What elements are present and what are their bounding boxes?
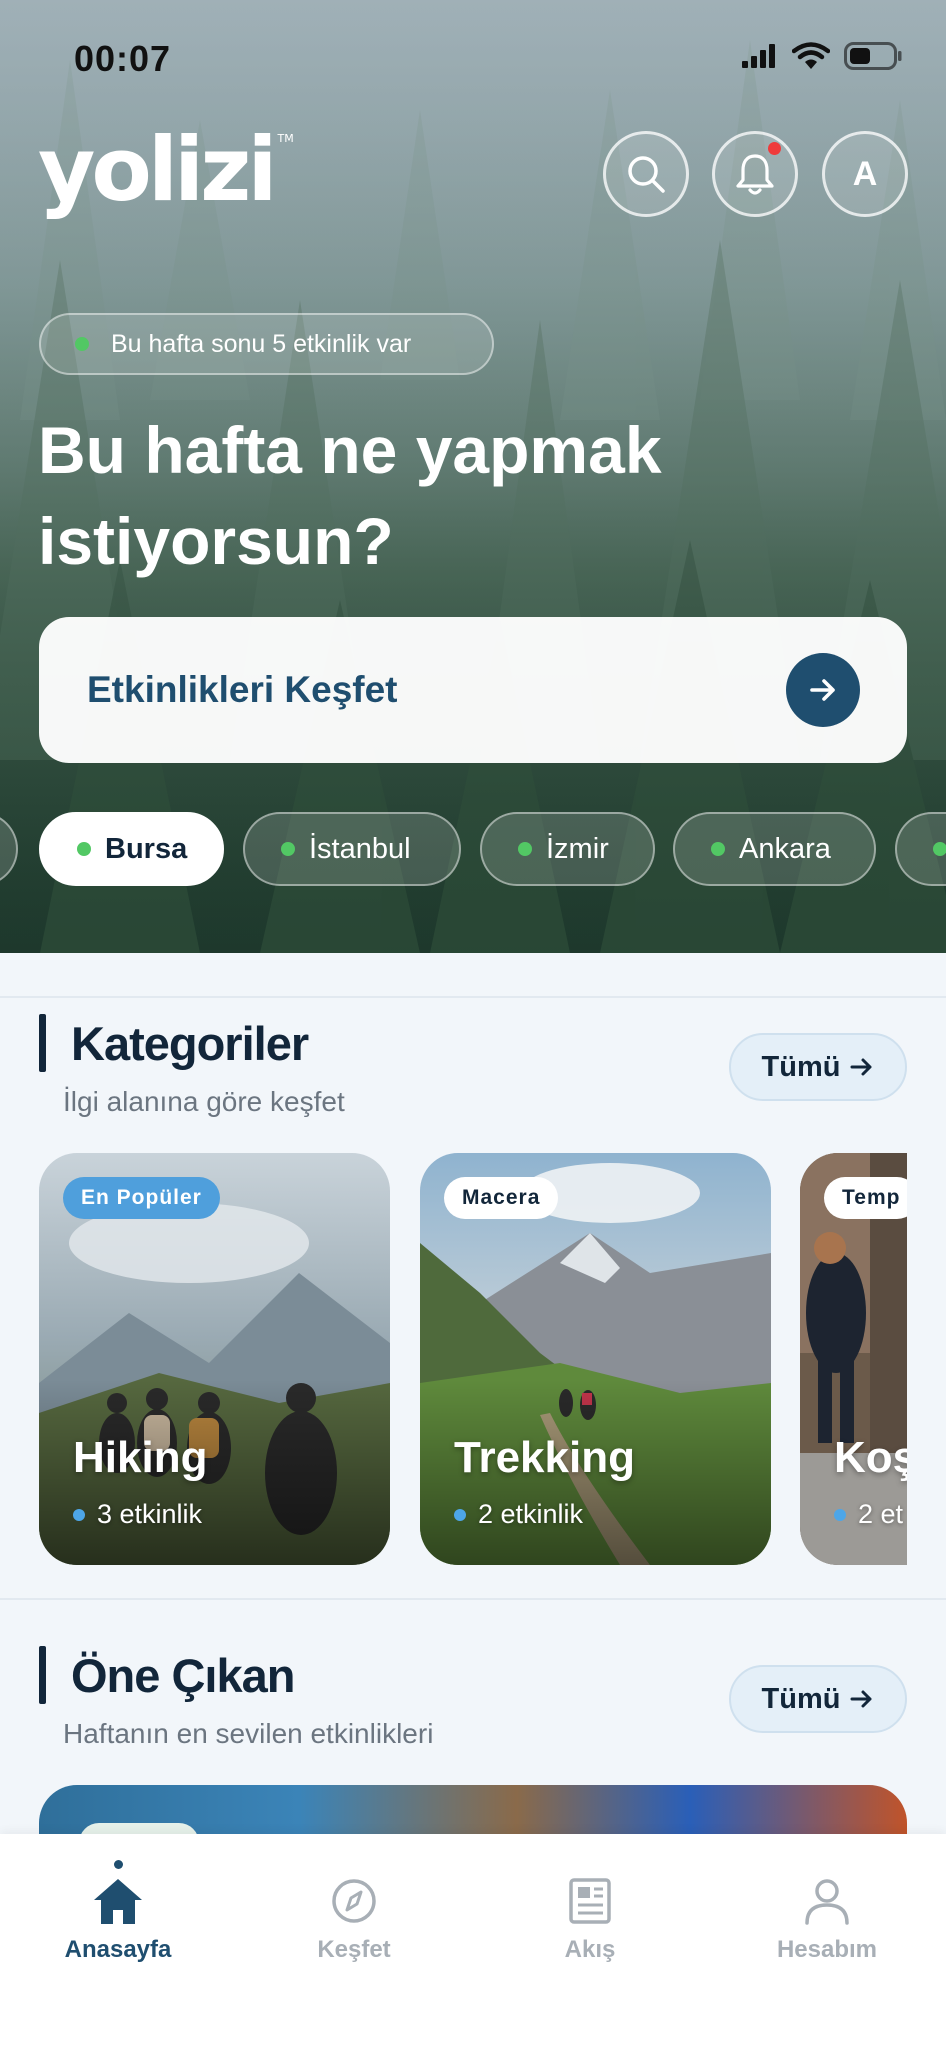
person-icon xyxy=(805,1879,849,1925)
city-chip-label: Bursa xyxy=(105,832,188,865)
section-divider xyxy=(0,1598,946,1600)
weekend-events-pill: Bu hafta sonu 5 etkinlik var xyxy=(39,313,494,375)
notifications-button[interactable] xyxy=(712,131,798,217)
city-chip-ankara[interactable]: Ankara xyxy=(673,812,876,886)
hero-banner: 00:07 yolizi TM A Bu hafta sonu 5 etkinl… xyxy=(0,0,946,953)
city-dot xyxy=(933,842,946,856)
city-dot xyxy=(281,842,295,856)
logo-trademark: TM xyxy=(277,132,294,145)
arrow-right-icon xyxy=(850,1058,872,1076)
city-chip-partial-right[interactable] xyxy=(895,812,946,886)
bell-icon xyxy=(736,154,774,195)
see-all-label: Tümü xyxy=(761,1050,841,1083)
city-chip-label: İstanbul xyxy=(309,832,411,865)
status-icons xyxy=(742,42,902,70)
city-chip-bursa[interactable]: Bursa xyxy=(39,812,224,886)
city-chip-istanbul[interactable]: İstanbul xyxy=(243,812,461,886)
category-name: Hiking xyxy=(73,1433,208,1482)
newspaper-icon xyxy=(569,1878,611,1924)
city-dot xyxy=(518,842,532,856)
section-accent-bar xyxy=(39,1014,46,1072)
nav-account[interactable]: Hesabım xyxy=(737,1876,917,1964)
app-logo: yolizi TM xyxy=(38,118,294,221)
section-accent-bar xyxy=(39,1646,46,1704)
avatar-initial: A xyxy=(852,154,878,193)
category-count-text: 2 et xyxy=(858,1499,904,1529)
hero-title: Bu hafta ne yapmak istiyorsun? xyxy=(38,413,662,578)
count-dot xyxy=(73,1508,85,1521)
nav-home[interactable]: Anasayfa xyxy=(28,1860,208,1964)
battery-icon xyxy=(844,42,902,70)
category-count-text: 2 etkinlik xyxy=(478,1499,584,1529)
nav-label: Akış xyxy=(564,1936,616,1963)
notification-dot xyxy=(768,142,781,155)
count-dot xyxy=(834,1508,846,1521)
active-indicator xyxy=(113,1860,123,1869)
status-bar: 00:07 xyxy=(0,0,946,120)
category-badge: Temp xyxy=(824,1177,907,1219)
nav-label: Hesabım xyxy=(776,1936,878,1963)
live-dot xyxy=(75,337,89,351)
status-time: 00:07 xyxy=(74,38,172,79)
featured-see-all-button[interactable]: Tümü xyxy=(729,1665,907,1733)
city-chip-partial-left[interactable] xyxy=(0,812,18,886)
category-card-hiking[interactable]: En Popüler Hiking 3 etkinlik xyxy=(39,1153,390,1565)
nav-explore[interactable]: Keşfet xyxy=(264,1876,444,1964)
city-chip-izmir[interactable]: İzmir xyxy=(480,812,655,886)
categories-see-all-button[interactable]: Tümü xyxy=(729,1033,907,1101)
arrow-right-icon xyxy=(850,1690,872,1708)
city-dot xyxy=(711,842,725,856)
city-chip-label: İzmir xyxy=(546,832,609,865)
nav-label: Keşfet xyxy=(317,1936,391,1963)
count-dot xyxy=(454,1508,466,1521)
category-name: Koş xyxy=(834,1433,907,1482)
search-button[interactable] xyxy=(603,131,689,217)
explore-events-label: Etkinlikleri Keşfet xyxy=(87,669,398,710)
city-dot xyxy=(77,842,91,856)
category-badge: En Popüler xyxy=(63,1177,220,1219)
category-count-text: 3 etkinlik xyxy=(97,1499,203,1529)
city-chip-label: Ankara xyxy=(739,832,831,865)
categories-subtitle: İlgi alanına göre keşfet xyxy=(63,1086,345,1117)
arrow-right-icon xyxy=(786,653,860,727)
category-card-trekking[interactable]: Macera Trekking 2 etkinlik xyxy=(420,1153,771,1565)
profile-avatar-button[interactable]: A xyxy=(822,131,908,217)
explore-events-button[interactable]: Etkinlikleri Keşfet xyxy=(39,617,907,763)
nav-feed[interactable]: Akış xyxy=(500,1876,680,1964)
bottom-navigation: Anasayfa Keşfet Akış Hesabım xyxy=(0,1834,946,2048)
featured-subtitle: Haftanın en sevilen etkinlikleri xyxy=(63,1718,434,1749)
category-count: 2 et xyxy=(834,1499,903,1530)
categories-title: Kategoriler xyxy=(71,1017,309,1070)
category-card-running[interactable]: Temp Koş 2 et xyxy=(800,1153,907,1565)
category-count: 2 etkinlik xyxy=(454,1499,583,1530)
featured-title: Öne Çıkan xyxy=(71,1649,295,1702)
category-count: 3 etkinlik xyxy=(73,1499,202,1530)
weekend-events-text: Bu hafta sonu 5 etkinlik var xyxy=(111,329,412,358)
nav-label: Anasayfa xyxy=(64,1936,172,1963)
category-badge: Macera xyxy=(444,1177,559,1219)
category-name: Trekking xyxy=(454,1433,635,1482)
home-icon xyxy=(94,1879,142,1924)
wifi-icon xyxy=(792,42,830,69)
search-icon xyxy=(628,156,665,193)
see-all-label: Tümü xyxy=(761,1682,841,1715)
compass-icon xyxy=(332,1879,376,1923)
cellular-signal-icon xyxy=(742,44,775,68)
section-divider xyxy=(0,996,946,998)
city-filter-row: Bursa İstanbul İzmir Ankara xyxy=(0,812,946,886)
logo-text: yolizi xyxy=(38,118,278,221)
